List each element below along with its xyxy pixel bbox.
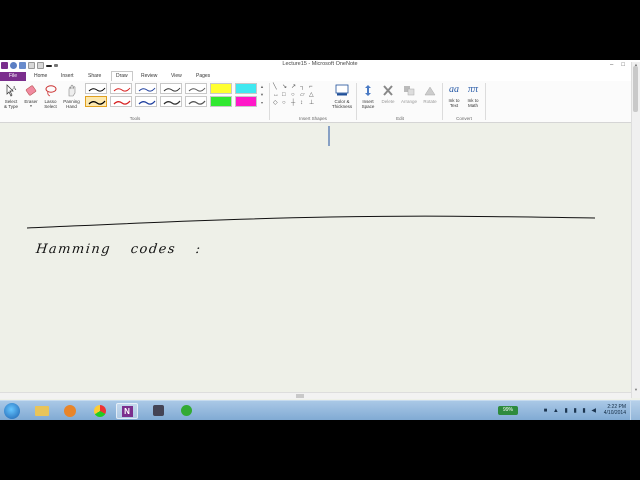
ink-horizontal-line bbox=[26, 215, 596, 229]
tab-review[interactable]: Review bbox=[141, 72, 157, 80]
rotate-button[interactable]: Rotate bbox=[420, 84, 440, 104]
eraser-button[interactable]: Eraser ▼ bbox=[21, 84, 41, 109]
tab-pages[interactable]: Pages bbox=[196, 72, 210, 80]
ink-canvas[interactable] bbox=[0, 122, 631, 398]
pen-gray-2[interactable] bbox=[185, 96, 207, 107]
minimize-button[interactable]: – bbox=[610, 60, 613, 71]
divider bbox=[356, 83, 357, 120]
arrange-button[interactable]: Arrange bbox=[399, 84, 419, 104]
pen-red-2[interactable] bbox=[110, 96, 132, 107]
media-player-icon[interactable] bbox=[59, 403, 81, 419]
panning-label-2: Hand bbox=[66, 104, 77, 109]
pen-gray[interactable] bbox=[185, 83, 207, 94]
tab-insert[interactable]: Insert bbox=[61, 72, 74, 80]
rotate-label: Rotate bbox=[423, 99, 437, 104]
note-page[interactable]: Hamming codes : bbox=[0, 122, 631, 398]
handwritten-heading[interactable]: Hamming codes : bbox=[35, 242, 202, 257]
lasso-icon bbox=[45, 85, 56, 97]
tab-home[interactable]: Home bbox=[34, 72, 47, 80]
insert-space-label-2: Space bbox=[361, 104, 375, 109]
arrange-label: Arrange bbox=[400, 99, 417, 104]
pen-black-selected[interactable] bbox=[85, 96, 107, 107]
ribbon: A Select & Type Eraser ▼ Lasso Select Pa… bbox=[0, 81, 640, 123]
ink-to-math-button[interactable]: ππ Ink to Math bbox=[464, 84, 482, 108]
lasso-label-2: Select bbox=[44, 104, 57, 109]
eraser-icon bbox=[25, 85, 37, 96]
insert-space-icon bbox=[365, 85, 371, 96]
group-edit: Edit bbox=[396, 116, 404, 121]
arrange-icon bbox=[404, 86, 415, 96]
ink-to-math-label-2: Math bbox=[467, 103, 478, 108]
ink-to-text-icon: aa bbox=[449, 84, 459, 95]
color-thickness-label-2: Thickness bbox=[331, 104, 353, 109]
pen-black[interactable] bbox=[85, 83, 107, 94]
svg-text:A: A bbox=[12, 86, 17, 92]
ink-to-text-label-2: Text bbox=[449, 103, 459, 108]
start-button[interactable] bbox=[4, 403, 20, 419]
pen-dark-2[interactable] bbox=[160, 96, 182, 107]
select-type-label-2: & Type bbox=[4, 104, 18, 109]
window-title: Lecture15 - Microsoft OneNote bbox=[282, 61, 358, 67]
highlighter-cyan[interactable] bbox=[235, 83, 257, 94]
lasso-select-button[interactable]: Lasso Select bbox=[42, 84, 59, 109]
ribbon-tabs: File Home Insert Share Draw Review View … bbox=[0, 71, 640, 82]
shapes-gallery[interactable]: ╲ ↘ ↗ ┐ ⌐ ↔ □ ○ ▱ △ ◇ ○ ┼ ↕ ⊥ bbox=[273, 84, 323, 114]
scroll-thumb[interactable] bbox=[633, 66, 638, 112]
color-thickness-button[interactable]: Color & Thickness bbox=[329, 84, 355, 109]
group-convert: Convert bbox=[456, 116, 472, 121]
hand-icon bbox=[68, 84, 75, 97]
battery-indicator[interactable]: 99% bbox=[498, 406, 518, 415]
delete-button[interactable]: Delete bbox=[379, 84, 397, 104]
scroll-down-icon[interactable]: ▼ bbox=[632, 387, 640, 392]
group-insert-shapes: Insert Shapes bbox=[299, 116, 327, 121]
ink-to-text-button[interactable]: aa Ink to Text bbox=[445, 84, 463, 108]
highlighter-green[interactable] bbox=[210, 96, 232, 107]
color-thickness-icon bbox=[335, 84, 349, 96]
hscroll-thumb[interactable] bbox=[296, 394, 304, 398]
taskbar: N 99% ■ ▲ ▮ ▮ ▮ ◀ 2:22 PM 4/10/2014 bbox=[0, 400, 640, 420]
clock[interactable]: 2:22 PM 4/10/2014 bbox=[604, 404, 626, 416]
tray-icons[interactable]: ■ ▲ ▮ ▮ ▮ ◀ bbox=[544, 407, 598, 414]
tab-view[interactable]: View bbox=[171, 72, 182, 80]
cursor-text-icon: A bbox=[6, 84, 17, 97]
select-type-button[interactable]: A Select & Type bbox=[2, 84, 20, 109]
app-taskbar-icon[interactable] bbox=[175, 403, 197, 419]
rotate-icon bbox=[424, 86, 436, 96]
horizontal-scrollbar[interactable] bbox=[0, 392, 631, 399]
gallery-more-icon[interactable]: ▲ ▼ ▾ bbox=[259, 83, 265, 107]
pen-blue-2[interactable] bbox=[135, 96, 157, 107]
panning-hand-button[interactable]: Panning Hand bbox=[61, 84, 82, 109]
show-desktop-button[interactable] bbox=[630, 401, 640, 420]
delete-x-icon bbox=[383, 85, 393, 96]
highlighter-magenta[interactable] bbox=[235, 96, 257, 107]
divider bbox=[442, 83, 443, 120]
divider bbox=[485, 83, 486, 120]
pen-blue[interactable] bbox=[135, 83, 157, 94]
eraser-dropdown-icon: ▼ bbox=[29, 104, 33, 108]
explorer-icon[interactable] bbox=[31, 403, 53, 419]
pen-dark[interactable] bbox=[160, 83, 182, 94]
group-tools: Tools bbox=[129, 116, 141, 121]
ink-to-math-icon: ππ bbox=[467, 84, 479, 95]
chrome-icon[interactable] bbox=[89, 403, 111, 419]
restore-button[interactable]: □ bbox=[621, 60, 625, 71]
insert-space-button[interactable]: Insert Space bbox=[359, 84, 377, 109]
vertical-scrollbar[interactable]: ▲ ▼ bbox=[631, 62, 640, 398]
highlighter-yellow[interactable] bbox=[210, 83, 232, 94]
screen: Lecture15 - Microsoft OneNote – □ ✕ File… bbox=[0, 60, 640, 420]
onenote-taskbar-icon[interactable]: N bbox=[116, 403, 138, 419]
pen-red[interactable] bbox=[110, 83, 132, 94]
clock-date: 4/10/2014 bbox=[603, 410, 626, 416]
tool-taskbar-icon[interactable] bbox=[147, 403, 169, 419]
divider bbox=[269, 83, 270, 120]
delete-label: Delete bbox=[381, 99, 395, 104]
tab-share[interactable]: Share bbox=[88, 72, 101, 80]
tab-file[interactable]: File bbox=[0, 72, 26, 81]
